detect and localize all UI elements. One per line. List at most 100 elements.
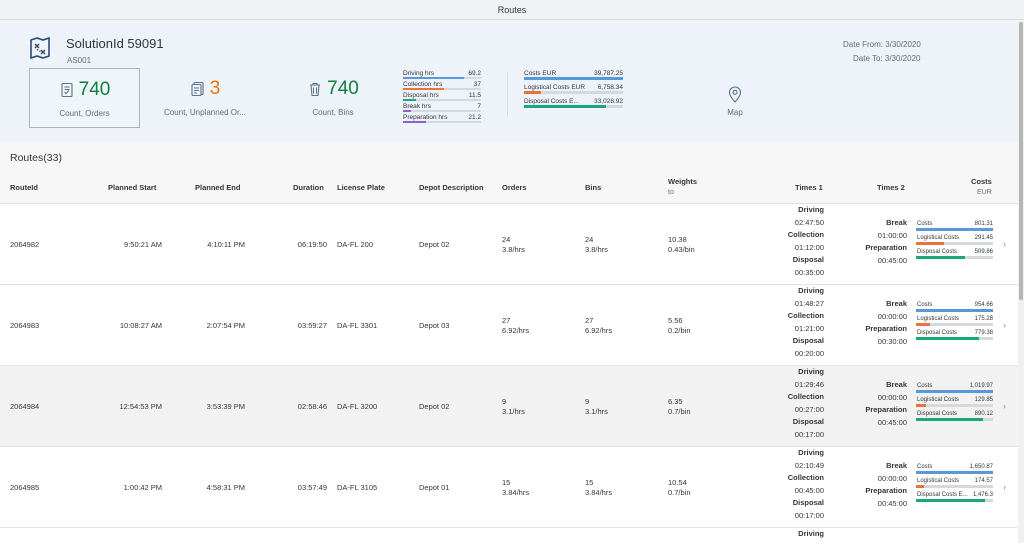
cell-license-plate: DA-FL 200 [337,240,373,249]
table-header: RouteId Planned Start Planned End Durati… [0,170,1018,204]
cell-times1: Driving [798,529,824,538]
row-cost-bar [916,337,980,340]
row-navigation-chevron-icon[interactable]: › [1003,239,1006,249]
map-tile[interactable]: Map [700,86,770,117]
row-cost-bar [916,499,985,502]
column-header-bins[interactable]: Bins [585,183,601,192]
cell-depot: Depot 02 [419,240,450,249]
hours-row-break: Break hrs 7 [403,103,481,112]
divider [507,72,508,116]
row-cost-bar [916,323,930,326]
cell-license-plate: DA-FL 3301 [337,321,378,330]
cell-planned-end: 4:10:11 PM [207,240,245,249]
hours-bar [403,99,417,101]
row-navigation-chevron-icon[interactable]: › [1003,482,1006,492]
disposal-costs-label: Disposal Costs [917,411,958,417]
cell-routeid: 2064984 [10,402,40,411]
document-list-icon [191,81,204,97]
cell-times2: Break 00:00:00 Preparation 00:30:00 [865,299,907,346]
cell-duration: 06:19:50 [297,240,327,249]
row-navigation-chevron-icon[interactable]: › [1003,320,1006,330]
column-header-costs-unit: EUR [977,189,992,196]
app-title: Routes [497,5,527,15]
row-cost-bar [916,418,983,421]
table-row[interactable]: 2064985 1:00:42 PM 4:58:31 PM 03:57:49 D… [0,447,1018,528]
trash-bin-icon [310,82,321,97]
cell-planned-end: 3:53:39 PM [206,402,245,411]
cell-planned-end: 4:58:31 PM [206,483,245,492]
date-to: Date To: 3/30/2020 [853,54,921,63]
column-header-times2[interactable]: Times 2 [877,183,905,192]
column-header-duration[interactable]: Duration [293,183,324,192]
cell-orders: 9 3.1/hrs [502,397,525,416]
cell-costs-chart: Costs 1,650.87 Logistical Costs 174.57 Dis… [916,464,993,506]
costs-bullet-chart[interactable]: Costs EUR 39,787.25 Logistical Costs EUR 6… [524,70,623,112]
cost-summary-row-disposal: Disposal Costs E... 33,028.92 [524,98,623,112]
cost-summary-bar [524,105,607,108]
cell-orders: 15 3.84/hrs [502,478,530,497]
table-row[interactable]: 2064982 9:50:21 AM 4:10:11 PM 06:19:50 D… [0,204,1018,285]
kpi-label-unplanned: Count, Unplanned Or... [164,108,246,117]
kpi-label-bins: Count, Bins [312,108,354,117]
kpi-label-orders: Count, Orders [59,109,110,118]
column-header-planned-start[interactable]: Planned Start [108,183,156,192]
route-map-icon [30,36,50,60]
cell-bins: 27 6.92/hrs [585,316,613,335]
app-title-bar: Routes [0,0,1024,20]
row-cost-bar [916,256,966,259]
routes-table-title: Routes(33) [10,152,62,164]
hours-row-collection: Collection hrs 37 [403,81,481,90]
cell-bins: 9 3.1/hrs [585,397,608,416]
cell-planned-end: 2:07:54 PM [206,321,245,330]
cell-depot: Depot 03 [419,321,450,330]
hours-row-disposal: Disposal hrs 11.5 [403,92,481,101]
cell-routeid: 2064982 [10,240,40,249]
row-cost-bar [916,228,993,231]
table-row[interactable]: 2064984 12:54:53 PM 3:53:39 PM 02:58:46 … [0,366,1018,447]
column-header-depot[interactable]: Depot Description [419,183,484,192]
column-header-orders[interactable]: Orders [502,183,527,192]
page-subtitle: AS001 [67,56,92,65]
hours-row-driving: Driving hrs 69.2 [403,70,481,79]
map-pin-icon [728,86,742,103]
kpi-tile-unplanned-orders[interactable]: 3 Count, Unplanned Or... [150,68,260,128]
cell-times1: Driving 01:48:27 Collection 01:21:00 Dis… [787,286,824,358]
column-header-times1[interactable]: Times 1 [795,183,823,192]
cell-license-plate: DA-FL 3200 [337,402,378,411]
date-from: Date From: 3/30/2020 [843,40,921,49]
table-row[interactable]: 2064983 10:08:27 AM 2:07:54 PM 03:59:27 … [0,285,1018,366]
column-header-weights-unit: to [668,189,674,196]
row-navigation-chevron-icon[interactable]: › [1003,401,1006,411]
kpi-value-orders: 740 [78,79,111,100]
scrollbar-thumb[interactable] [1019,22,1023,300]
table-row[interactable]: Driving [0,528,1018,543]
disposal-costs-label: Disposal Costs E... [917,492,968,498]
hours-row-preparation: Preparation hrs 21.2 [403,114,481,123]
cost-summary-row-costs: Costs EUR 39,787.25 [524,70,623,84]
row-cost-bar [916,485,925,488]
hours-bar [403,88,444,90]
column-header-costs[interactable]: Costs [971,177,992,186]
row-cost-bar [916,242,944,245]
cell-license-plate: DA-FL 3105 [337,483,378,492]
hours-bar [403,77,464,79]
cell-routeid: 2064985 [10,483,40,492]
cell-bins: 15 3.84/hrs [585,478,613,497]
cell-times1: Driving 02:10:49 Collection 00:45:00 Dis… [787,448,824,520]
cell-weights: 5.56 0.2/bin [668,316,691,335]
cell-times2: Break 00:00:00 Preparation 00:45:00 [865,380,907,427]
hours-bar [403,110,411,112]
column-header-routeid[interactable]: RouteId [10,183,38,192]
hours-bullet-chart[interactable]: Driving hrs 69.2 Collection hrs 37 Disposa… [403,70,481,125]
column-header-license-plate[interactable]: License Plate [337,183,385,192]
column-header-weights[interactable]: Weights [668,177,697,186]
column-header-planned-end[interactable]: Planned End [195,183,240,192]
vertical-scrollbar[interactable] [1018,20,1024,543]
kpi-value-unplanned: 3 [209,78,221,99]
cell-depot: Depot 01 [419,483,450,492]
kpi-tile-bins[interactable]: 740 Count, Bins [278,68,388,128]
cost-summary-bar [524,77,623,80]
kpi-tile-orders[interactable]: 740 Count, Orders [29,68,140,128]
row-cost-bar [916,471,993,474]
cost-summary-row-logistical: Logistical Costs EUR 6,758.34 [524,84,623,98]
